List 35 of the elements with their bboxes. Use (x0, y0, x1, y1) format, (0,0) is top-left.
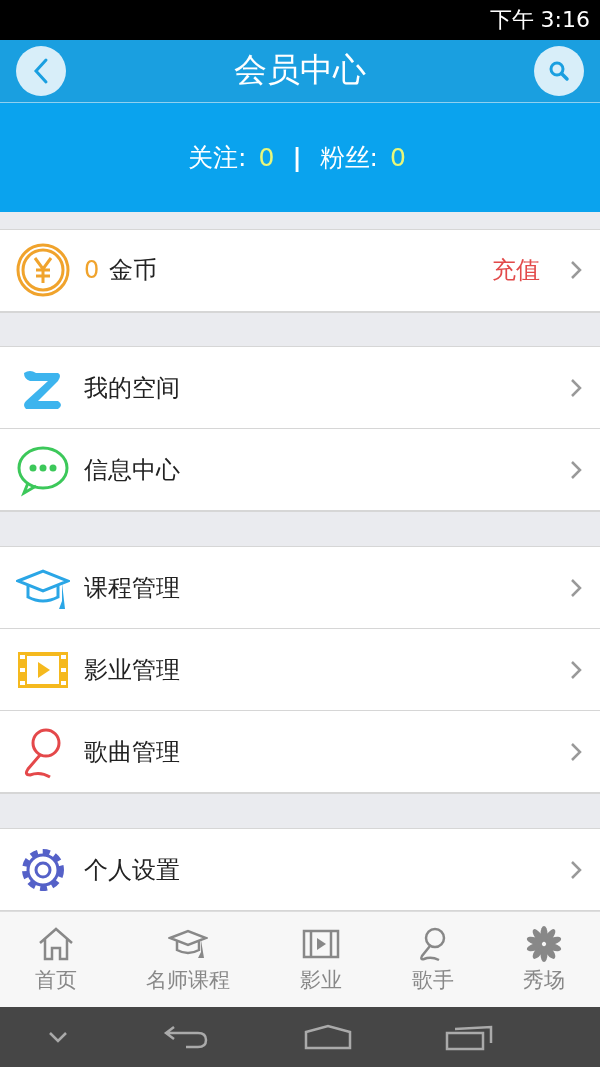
menu-item[interactable]: 课程管理 (0, 547, 600, 630)
menu-label: 歌曲管理 (84, 736, 180, 768)
fans-count: 0 (390, 142, 406, 172)
coin-label: 金币 (109, 255, 158, 287)
coin-amount: 0 (84, 256, 100, 285)
recent-apps-icon[interactable] (445, 1023, 494, 1052)
menu-label: 个人设置 (84, 854, 180, 886)
fans-label: 粉丝: (319, 141, 378, 174)
menu-item[interactable]: 我的空间 (0, 347, 600, 430)
separator: | (292, 142, 302, 172)
yen-coin-icon (16, 243, 70, 298)
home-icon[interactable] (303, 1024, 352, 1051)
chevron-down-icon[interactable] (46, 1030, 69, 1045)
chevron-icon (570, 378, 582, 398)
following-label: 关注: (188, 141, 247, 174)
clock-time: 下午 3:16 (489, 5, 590, 34)
menu-label: 课程管理 (84, 572, 180, 604)
chevron-icon (570, 741, 582, 762)
following-count: 0 (258, 142, 275, 172)
chevron-icon (570, 577, 582, 598)
menu-item[interactable]: 歌曲管理 (0, 711, 600, 794)
menu-label: 信息中心 (84, 455, 180, 486)
page-title: 会员中心 (234, 49, 366, 92)
back-button[interactable] (16, 45, 66, 96)
chevron-icon (570, 659, 582, 680)
menu-item[interactable]: 影业管理 (0, 629, 600, 712)
chevron-icon (570, 460, 582, 480)
recharge-link[interactable]: 充值 (492, 254, 540, 287)
menu-label: 影业管理 (84, 654, 180, 686)
search-button[interactable] (534, 45, 584, 96)
menu-label: 我的空间 (84, 373, 180, 404)
chevron-icon (570, 260, 582, 281)
menu-item[interactable]: 信息中心 (0, 429, 600, 512)
chevron-icon (570, 859, 582, 880)
coin-row[interactable]: 0 金币 充值 (0, 229, 600, 312)
